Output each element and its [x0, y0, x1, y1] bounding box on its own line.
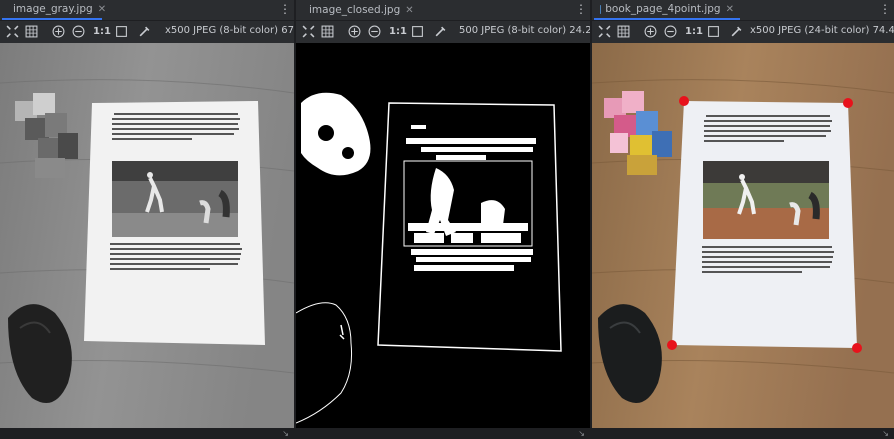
- tab-label: image_gray.jpg: [13, 3, 93, 15]
- grid-icon[interactable]: [616, 24, 631, 39]
- corner-point: [843, 98, 853, 108]
- actual-size-button[interactable]: 1:1: [685, 24, 703, 39]
- image-canvas: [592, 43, 894, 428]
- image-viewer-closed: image_closed.jpg ✕ ⋮ 1:1 500 JPEG (8-bit…: [296, 0, 590, 439]
- zoom-in-icon[interactable]: [51, 24, 66, 39]
- image-toolbar: 1:1 500 JPEG (8-bit color) 24.28 kB: [296, 21, 590, 42]
- image-viewer-gray: image_gray.jpg ✕ ⋮ 1:1 x500 JPEG (8-bit …: [0, 0, 294, 439]
- corner-point: [667, 340, 677, 350]
- tab-label: book_page_4point.jpg: [605, 3, 721, 15]
- color-picker-icon[interactable]: [729, 24, 744, 39]
- tab-book-page-4point[interactable]: book_page_4point.jpg ✕: [594, 0, 740, 20]
- status-bar: ↘: [592, 428, 894, 439]
- image-canvas: [0, 43, 294, 428]
- close-icon[interactable]: ✕: [405, 5, 413, 16]
- actual-size-button[interactable]: 1:1: [93, 24, 111, 39]
- background-icon[interactable]: [706, 24, 721, 39]
- fit-to-screen-icon[interactable]: [597, 24, 612, 39]
- tab-bar: image_closed.jpg ✕ ⋮: [296, 0, 590, 21]
- resize-handle-icon[interactable]: ↘: [578, 429, 585, 439]
- image-toolbar: 1:1 x500 JPEG (8-bit color) 67.4 kB: [0, 21, 294, 42]
- zoom-in-icon[interactable]: [643, 24, 658, 39]
- tab-image-gray[interactable]: image_gray.jpg ✕: [2, 0, 106, 20]
- zoom-out-icon[interactable]: [367, 24, 382, 39]
- actual-size-button[interactable]: 1:1: [389, 24, 407, 39]
- kebab-menu-icon[interactable]: ⋮: [879, 3, 891, 15]
- grid-icon[interactable]: [320, 24, 335, 39]
- image-toolbar: 1:1 x500 JPEG (24-bit color) 74.41 kB: [592, 21, 894, 42]
- zoom-in-icon[interactable]: [347, 24, 362, 39]
- background-icon[interactable]: [410, 24, 425, 39]
- tab-label: image_closed.jpg: [309, 4, 401, 16]
- tab-bar: image_gray.jpg ✕ ⋮: [0, 0, 294, 21]
- status-bar: ↘: [0, 428, 294, 439]
- color-picker-icon[interactable]: [433, 24, 448, 39]
- color-picker-icon[interactable]: [137, 24, 152, 39]
- fit-to-screen-icon[interactable]: [301, 24, 316, 39]
- zoom-out-icon[interactable]: [663, 24, 678, 39]
- image-viewer-4point: book_page_4point.jpg ✕ ⋮ 1:1 x500 JPEG (…: [592, 0, 894, 439]
- resize-handle-icon[interactable]: ↘: [282, 429, 289, 439]
- resize-handle-icon[interactable]: ↘: [882, 429, 889, 439]
- corner-point: [679, 96, 689, 106]
- tab-bar: book_page_4point.jpg ✕ ⋮: [592, 0, 894, 21]
- image-info: x500 JPEG (8-bit color) 67.4 kB: [165, 25, 294, 36]
- fit-to-screen-icon[interactable]: [5, 24, 20, 39]
- background-icon[interactable]: [114, 24, 129, 39]
- image-canvas: [296, 43, 590, 428]
- image-info: x500 JPEG (24-bit color) 74.41 kB: [750, 25, 894, 36]
- zoom-out-icon[interactable]: [71, 24, 86, 39]
- kebab-menu-icon[interactable]: ⋮: [279, 3, 291, 15]
- image-info: 500 JPEG (8-bit color) 24.28 kB: [459, 25, 590, 36]
- grid-icon[interactable]: [24, 24, 39, 39]
- status-bar: ↘: [296, 428, 590, 439]
- kebab-menu-icon[interactable]: ⋮: [575, 3, 587, 15]
- corner-point: [852, 343, 862, 353]
- tab-image-closed[interactable]: image_closed.jpg ✕: [298, 0, 414, 20]
- close-icon[interactable]: ✕: [98, 4, 106, 15]
- close-icon[interactable]: ✕: [726, 4, 734, 15]
